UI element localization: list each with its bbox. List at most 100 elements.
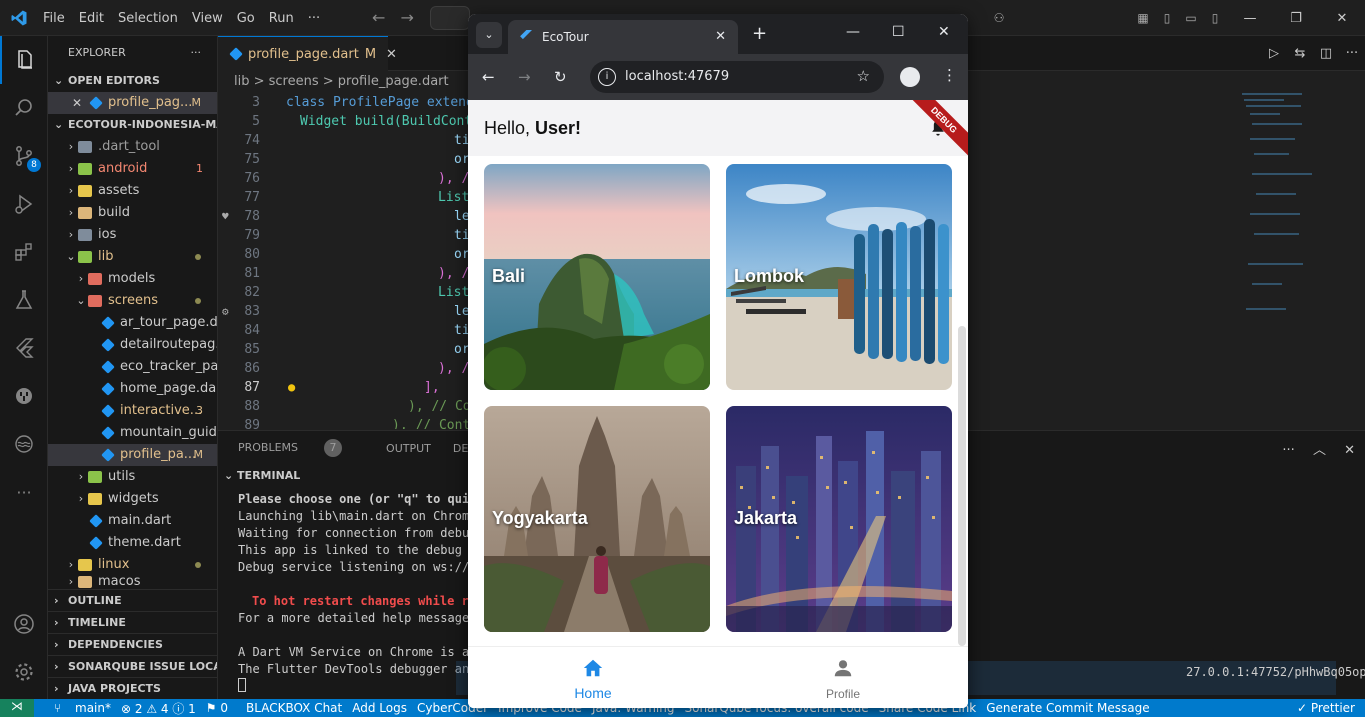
tree-folder-android[interactable]: › android 1 [48, 158, 217, 180]
run-debug-activity[interactable] [0, 180, 48, 228]
browser-menu-icon[interactable]: ⋮ [942, 66, 957, 84]
ports-status[interactable]: ⚑ 0 [206, 701, 228, 715]
address-bar[interactable]: i localhost:47679 ☆ [590, 61, 884, 93]
gear-icon[interactable]: ⚙ [222, 302, 229, 321]
menu-edit[interactable]: Edit [72, 11, 111, 26]
generate-commit-message[interactable]: Generate Commit Message [986, 701, 1149, 715]
tree-folder-dart-tool[interactable]: › .dart_tool [48, 136, 217, 158]
destination-card-bali[interactable]: Bali [484, 164, 710, 390]
nav-profile[interactable]: Profile [718, 647, 968, 708]
close-window-icon[interactable]: ✕ [938, 24, 950, 40]
editor-tab-profile-page[interactable]: profile_page.dart M ✕ [218, 36, 397, 71]
forward-arrow-icon[interactable]: → [401, 8, 414, 27]
source-control-activity[interactable]: 8 [0, 132, 48, 180]
destination-card-yogyakarta[interactable]: Yogyakarta [484, 406, 710, 632]
tab-search-button[interactable]: ⌄ [476, 22, 502, 48]
minimize-icon[interactable]: — [1227, 11, 1273, 26]
menu-view[interactable]: View [185, 11, 230, 26]
app-scrollbar[interactable] [958, 326, 966, 646]
open-editors-section[interactable]: ⌄ OPEN EDITORS [48, 70, 217, 92]
close-tab-icon[interactable]: ✕ [386, 47, 397, 62]
toggle-sidebar-icon[interactable]: ▯ [1155, 11, 1179, 25]
java-projects-section[interactable]: › JAVA PROJECTS [48, 677, 217, 699]
tab-problems[interactable]: PROBLEMS 7 [238, 439, 364, 457]
more-activity[interactable]: ··· [0, 468, 48, 516]
copilot-icon[interactable]: ⚇ [987, 11, 1011, 25]
tree-file[interactable]: main.dart [48, 510, 217, 532]
maximize-icon[interactable]: ☐ [892, 24, 905, 40]
destination-card-lombok[interactable]: Lombok [726, 164, 952, 390]
outline-section[interactable]: › OUTLINE [48, 589, 217, 611]
remote-indicator[interactable]: ⋊ [0, 699, 34, 717]
tree-file-active[interactable]: profile_pa... M [48, 444, 217, 466]
search-activity[interactable] [0, 84, 48, 132]
tree-folder-lib[interactable]: ⌄ lib [48, 246, 217, 268]
tab-output[interactable]: OUTPUT [386, 442, 431, 455]
site-info-icon[interactable]: i [598, 68, 616, 86]
command-center[interactable] [430, 6, 470, 30]
prettier-status[interactable]: ✓ Prettier [1297, 701, 1355, 715]
sonarqube-activity[interactable] [0, 372, 48, 420]
project-section[interactable]: ⌄ ECOTOUR-INDONESIA-MAIN [48, 114, 217, 136]
lightbulb-icon[interactable]: ● [288, 378, 295, 397]
minimize-icon[interactable]: — [846, 24, 860, 40]
menu-run[interactable]: Run [262, 11, 301, 26]
back-arrow-icon[interactable]: ← [372, 8, 385, 27]
close-panel-icon[interactable]: ✕ [1344, 443, 1355, 458]
tree-file[interactable]: home_page.dart [48, 378, 217, 400]
toggle-panel-icon[interactable]: ▭ [1179, 11, 1203, 25]
sonarqube-section[interactable]: › SONARQUBE ISSUE LOCAT... [48, 655, 217, 677]
flutter-activity[interactable] [0, 324, 48, 372]
more-actions-icon[interactable]: ··· [1339, 46, 1365, 61]
testing-activity[interactable] [0, 276, 48, 324]
restore-icon[interactable]: ❐ [1273, 11, 1319, 26]
code-editor[interactable]: 3 class ProfilePage extends 5 Widget build… [218, 93, 468, 429]
tree-file[interactable]: detailroutepag... [48, 334, 217, 356]
maximize-panel-icon[interactable]: ︿ [1313, 443, 1326, 458]
tree-file[interactable]: eco_tracker_pa... [48, 356, 217, 378]
manage-activity[interactable] [0, 648, 48, 696]
nav-home[interactable]: Home [468, 647, 718, 708]
tree-folder-widgets[interactable]: › widgets [48, 488, 217, 510]
explorer-more-icon[interactable]: ··· [191, 36, 202, 70]
breadcrumb[interactable]: lib > screens > profile_page.dart [218, 71, 478, 93]
tree-folder-models[interactable]: › models [48, 268, 217, 290]
close-editor-icon[interactable]: ✕ [72, 92, 86, 114]
layout-customize-icon[interactable]: ▦ [1131, 11, 1155, 25]
menu-more[interactable]: ··· [301, 11, 327, 26]
heart-icon[interactable]: ♥ [222, 207, 229, 226]
timeline-section[interactable]: › TIMELINE [48, 611, 217, 633]
tree-file[interactable]: interactive... 3 [48, 400, 217, 422]
tree-folder-macos[interactable]: › macos [48, 576, 217, 588]
minimap[interactable] [1232, 93, 1352, 429]
tree-folder-screens[interactable]: ⌄ screens [48, 290, 217, 312]
run-icon[interactable]: ▷ [1261, 46, 1287, 61]
tree-file[interactable]: ar_tour_page.d... [48, 312, 217, 334]
compare-icon[interactable]: ⇆ [1287, 46, 1313, 61]
tree-folder-ios[interactable]: › ios [48, 224, 217, 246]
branch-status[interactable]: ⑂ main* [44, 701, 111, 715]
accounts-activity[interactable] [0, 600, 48, 648]
close-icon[interactable]: ✕ [1319, 11, 1365, 26]
bookmark-star-icon[interactable]: ☆ [857, 67, 870, 85]
tree-folder-build[interactable]: › build [48, 202, 217, 224]
toggle-secondary-sidebar-icon[interactable]: ▯ [1203, 11, 1227, 25]
tree-folder-utils[interactable]: › utils [48, 466, 217, 488]
more-icon[interactable]: ··· [1282, 443, 1294, 458]
tree-file[interactable]: theme.dart [48, 532, 217, 554]
tree-file[interactable]: mountain_guid... [48, 422, 217, 444]
add-logs[interactable]: Add Logs [352, 701, 407, 715]
new-tab-icon[interactable]: + [752, 23, 767, 44]
tree-folder-assets[interactable]: › assets [48, 180, 217, 202]
menu-selection[interactable]: Selection [111, 11, 185, 26]
menu-file[interactable]: File [36, 11, 72, 26]
forward-icon[interactable]: → [518, 68, 531, 86]
wave-activity[interactable] [0, 420, 48, 468]
blackbox-chat[interactable]: BLACKBOX Chat [246, 701, 342, 715]
tree-folder-linux[interactable]: › linux [48, 554, 217, 576]
explorer-activity[interactable] [0, 36, 48, 84]
dependencies-section[interactable]: › DEPENDENCIES [48, 633, 217, 655]
menu-go[interactable]: Go [230, 11, 262, 26]
extensions-activity[interactable] [0, 228, 48, 276]
problems-status[interactable]: ⊗ 2 ⚠ 4 ⓘ 1 [121, 700, 196, 717]
